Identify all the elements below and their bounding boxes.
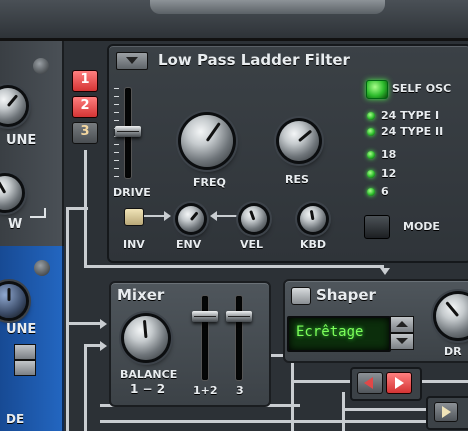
cable [291,380,351,383]
chevron-up-icon [396,321,408,327]
route-left-button[interactable] [357,372,383,394]
arrow-icon [380,268,390,275]
osc-select-2-label: 2 [80,98,90,113]
env-label: ENV [176,238,202,251]
balance-sub-label: 1 − 2 [130,382,166,396]
bottom-right-play-button[interactable] [434,402,458,422]
mode-option-4[interactable]: 12 [381,167,396,180]
shaper-mode-up-button[interactable] [390,316,414,333]
inv-button[interactable] [124,208,144,226]
shaper-title: Shaper [316,286,376,304]
rack-view: UNE W UNE DE 1 2 3 Low Pass Ladder Filte… [0,0,468,431]
self-osc-label: SELF OSC [392,82,452,95]
mode-led-2 [367,128,375,136]
cable [100,420,468,423]
blue-panel-knob-label: UNE [6,322,37,337]
mode-option-2[interactable]: 24 TYPE II [381,125,443,138]
mode-option-1[interactable]: 24 TYPE I [381,109,439,122]
cable [418,380,468,383]
mixer-fader-1-2-handle[interactable] [192,311,218,322]
inv-label: INV [123,238,145,251]
freq-label: FREQ [193,176,226,189]
chevron-left-icon [364,377,373,389]
mode-label: MODE [403,220,440,233]
cable [84,344,87,431]
left-knob-upper-label: UNE [6,133,37,148]
chevron-right-icon [442,406,451,418]
shaper-enable-button[interactable] [291,287,311,305]
kbd-label: KBD [300,238,327,251]
mode-led-4 [367,170,375,178]
env-knob[interactable] [178,206,204,232]
mixer-title: Mixer [117,286,165,304]
cable [66,207,69,431]
cable [84,265,384,268]
cable [342,392,345,431]
mixer-fader-1-2-label: 1+2 [193,384,218,397]
signal-line [216,215,238,217]
left-knob-lower-label: W [8,217,23,232]
chevron-down-icon [126,57,138,64]
mode-button[interactable] [364,215,390,239]
vel-label: VEL [240,238,264,251]
arrow-icon [100,341,107,351]
osc-select-1-label: 1 [80,72,90,87]
mode-option-3[interactable]: 18 [381,148,396,161]
mixer-fader-3-handle[interactable] [226,311,252,322]
cable [84,150,87,268]
balance-label: BALANCE [120,368,178,381]
mode-led-3 [367,151,375,159]
top-scroll-element[interactable] [150,0,385,14]
blue-panel-bottom-label: DE [6,412,25,426]
cable [66,322,102,325]
chevron-right-icon [395,377,404,389]
mode-option-5[interactable]: 6 [381,185,389,198]
osc-select-1-button[interactable]: 1 [72,70,98,92]
shaper-mode-value: Ecrêtage [296,324,364,340]
arrow-icon [164,211,171,221]
mode-led-1 [367,112,375,120]
mixer-fader-3-track[interactable] [236,296,242,380]
freq-knob[interactable] [181,115,233,167]
shaper-mode-down-button[interactable] [390,333,414,350]
mixer-fader-1-2-track[interactable] [202,296,208,380]
vel-knob[interactable] [241,206,267,232]
mode-led-5 [367,188,375,196]
kbd-knob[interactable] [300,206,326,232]
osc-select-2-button[interactable]: 2 [72,96,98,118]
signal-line [144,215,166,217]
self-osc-button[interactable] [366,80,388,99]
arrow-icon [210,211,217,221]
osc-select-3-label: 3 [80,124,90,139]
res-knob[interactable] [279,121,319,161]
mixer-fader-3-label: 3 [236,384,244,397]
osc-select-3-button[interactable]: 3 [72,122,98,144]
balance-knob[interactable] [124,316,168,360]
screw-icon [34,260,50,276]
chevron-down-icon [396,338,408,344]
filter-type-dropdown-button[interactable] [116,52,148,70]
res-label: RES [285,173,309,186]
drive-label: DRIVE [113,186,151,199]
route-right-button[interactable] [386,372,412,394]
cable [342,408,430,411]
blue-panel-up-button[interactable] [14,344,36,360]
drive-fader-handle[interactable] [115,126,141,137]
waveform-icon [30,208,46,218]
blue-panel-down-button[interactable] [14,360,36,376]
left-blue-panel [0,246,64,431]
arrow-icon [100,319,107,329]
filter-title: Low Pass Ladder Filter [158,51,350,69]
screw-icon [33,58,49,74]
shaper-drive-label: DR [444,345,462,358]
